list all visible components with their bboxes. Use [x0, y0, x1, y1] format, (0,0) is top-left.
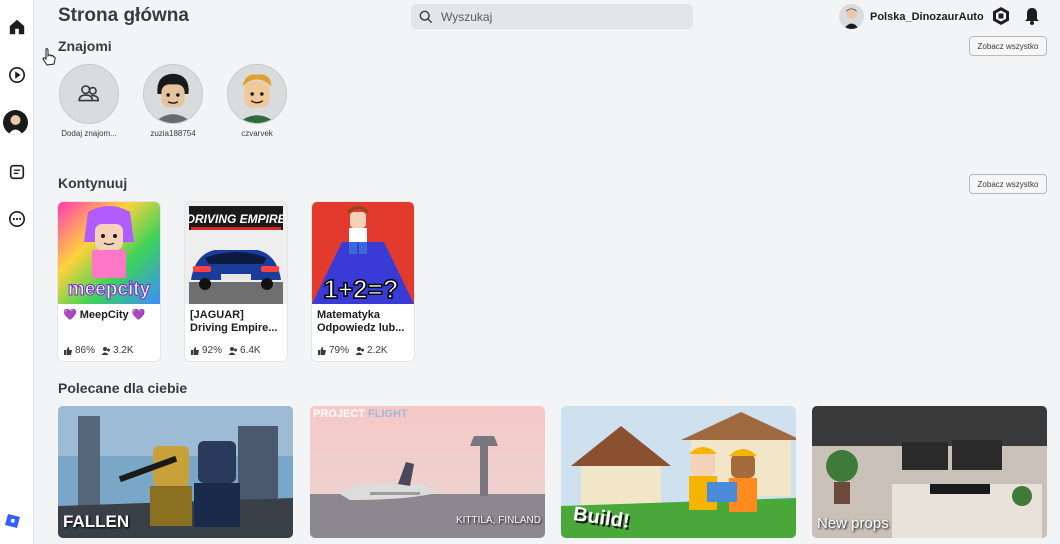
play-icon[interactable] [3, 61, 31, 89]
thumbnail-text: 1+2=? [323, 274, 398, 304]
search-input[interactable] [441, 9, 681, 24]
chat-icon[interactable] [3, 158, 31, 186]
continue-title[interactable]: Kontynuuj [58, 175, 127, 191]
add-friend-item[interactable]: Dodaj znajom... [58, 64, 120, 138]
recommended-caption: FALLEN [63, 512, 130, 531]
game-thumbnail[interactable]: 1+2=? [312, 202, 414, 304]
game-rating: 79% [329, 345, 350, 356]
search-box[interactable] [411, 4, 693, 29]
recommended-game-card[interactable]: FALLEN [58, 406, 293, 538]
more-icon[interactable] [3, 205, 31, 233]
search-icon [419, 10, 433, 23]
game-thumbnail[interactable]: meepcity [58, 202, 160, 304]
thumbs-up-icon [318, 346, 326, 355]
top-bar: Strona główna Polska_DinozaurAuto [34, 0, 1060, 34]
thumbs-up-icon [191, 346, 199, 355]
friend-name: Dodaj znajom... [61, 129, 117, 138]
recommended-game-card[interactable]: PROJECT FLIGHT KITTILA, FINLAND [310, 406, 545, 538]
game-rating: 92% [202, 345, 223, 356]
game-title: Matematyka Odpowiedz lub... [317, 309, 405, 334]
game-players: 3.2K [113, 345, 134, 356]
thumbnail-text: DRIVING EMPIRE [186, 212, 286, 226]
thumbs-up-icon [64, 346, 72, 355]
avatar-nav-icon[interactable] [3, 110, 28, 135]
recommended-game-card[interactable]: Build! [561, 406, 796, 538]
avatar[interactable] [839, 4, 864, 29]
friend-avatar[interactable] [143, 64, 203, 124]
username: Polska_DinozaurAuto [870, 10, 984, 23]
notifications-bell-icon[interactable] [1022, 6, 1042, 26]
left-nav-rail [0, 0, 34, 544]
recommended-caption: New props [817, 515, 889, 532]
page-title: Strona główna [58, 5, 189, 26]
game-card[interactable]: 1+2=? Matematyka Odpowiedz lub... 79% 2.… [312, 202, 414, 361]
overlay-text: PROJECT [313, 408, 365, 420]
friend-avatar[interactable] [227, 64, 287, 124]
recommended-title[interactable]: Polecane dla ciebie [58, 380, 187, 396]
continue-see-all-button[interactable]: Zobacz wszystko [969, 174, 1047, 194]
thumbnail-text: meepcity [68, 279, 151, 300]
game-players: 6.4K [240, 345, 261, 356]
friend-name: czvarvek [241, 129, 273, 138]
roblox-logo-icon[interactable] [5, 513, 21, 529]
overlay-text: FLIGHT [368, 408, 408, 420]
friends-see-all-button[interactable]: Zobacz wszystko [969, 36, 1047, 56]
add-friend-icon[interactable] [59, 64, 119, 124]
game-thumbnail[interactable]: DRIVING EMPIRE [185, 202, 287, 304]
friend-item[interactable]: czvarvek [226, 64, 288, 138]
game-stats: 92% 6.4K [190, 345, 261, 356]
game-card[interactable]: DRIVING EMPIRE [JAGUAR] Driving Empire..… [185, 202, 287, 361]
game-title: 💜 MeepCity 💜 [63, 309, 146, 321]
friends-title[interactable]: Znajomi [58, 38, 112, 54]
game-rating: 86% [75, 345, 96, 356]
friend-name: zuzia188754 [150, 129, 196, 138]
players-icon [355, 346, 365, 355]
recommended-caption: KITTILA, FINLAND [455, 515, 541, 526]
game-stats: 79% 2.2K [317, 345, 388, 356]
hand-cursor-icon [42, 48, 56, 66]
game-stats: 86% 3.2K [63, 345, 134, 356]
friend-item[interactable]: zuzia188754 [142, 64, 204, 138]
robux-icon[interactable] [991, 6, 1011, 26]
players-icon [228, 346, 238, 355]
user-profile[interactable]: Polska_DinozaurAuto [839, 4, 984, 29]
recommended-game-card[interactable]: New props [812, 406, 1047, 538]
game-title: [JAGUAR] Driving Empire... [190, 309, 278, 334]
game-card[interactable]: meepcity 💜 MeepCity 💜 86% 3.2K [58, 202, 160, 361]
players-icon [101, 346, 111, 355]
home-icon[interactable] [3, 13, 31, 41]
game-players: 2.2K [367, 345, 388, 356]
